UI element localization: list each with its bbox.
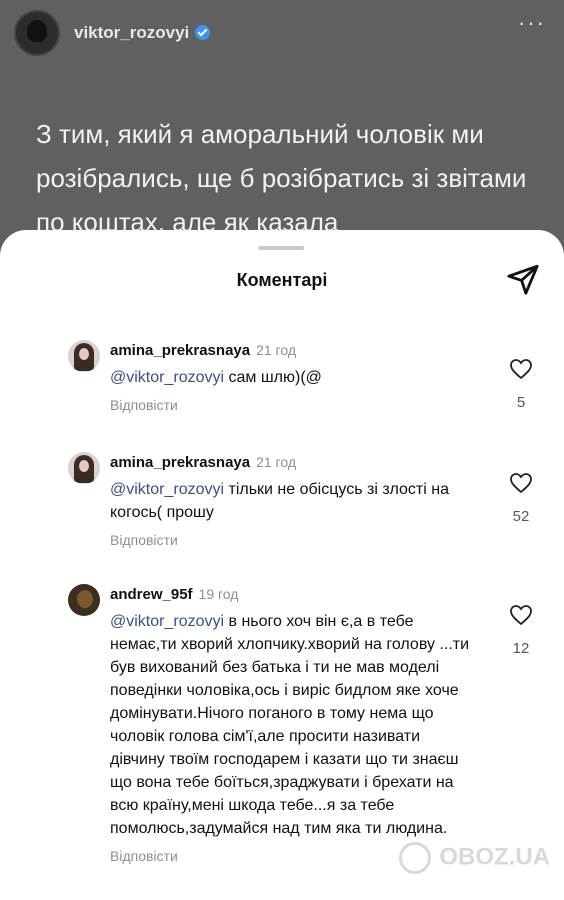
mention-link[interactable]: @viktor_rozovyi: [110, 369, 224, 386]
like-control: 52: [504, 472, 538, 525]
comment-username[interactable]: andrew_95f: [110, 586, 193, 603]
comment-username[interactable]: amina_prekrasnaya: [110, 454, 250, 471]
comment-time: 21 год: [256, 454, 297, 470]
reply-button[interactable]: Відповісти: [110, 532, 470, 548]
share-send-icon[interactable]: [506, 262, 540, 296]
comment-body: andrew_95f 19 год @viktor_rozovyi в нього…: [110, 584, 470, 864]
reply-button[interactable]: Відповісти: [110, 397, 470, 413]
heart-icon[interactable]: [509, 472, 533, 494]
comment-text-body: сам шлю)(@: [224, 369, 322, 386]
comments-sheet: Коментарі amina_prekrasnaya 21 год @vikto…: [0, 230, 564, 900]
like-control: 5: [504, 358, 538, 411]
comment-text: @viktor_rozovyi сам шлю)(@: [110, 366, 470, 389]
avatar[interactable]: [68, 340, 100, 372]
comment-header: amina_prekrasnaya 21 год: [110, 340, 470, 361]
background-post: viktor_rozovyi ··· З тим, який я амораль…: [0, 0, 564, 260]
watermark-logo-icon: [399, 842, 432, 874]
post-header: viktor_rozovyi: [14, 10, 211, 56]
comment-item: amina_prekrasnaya 21 год @viktor_rozovyi …: [68, 452, 548, 552]
like-count: 12: [512, 640, 530, 657]
comment-body: amina_prekrasnaya 21 год @viktor_rozovyi …: [110, 340, 470, 413]
post-author-username[interactable]: viktor_rozovyi: [74, 23, 211, 43]
comment-item: amina_prekrasnaya 21 год @viktor_rozovyi …: [68, 340, 548, 420]
comment-body: amina_prekrasnaya 21 год @viktor_rozovyi …: [110, 452, 470, 548]
comment-username[interactable]: amina_prekrasnaya: [110, 342, 250, 359]
like-count: 52: [512, 508, 530, 525]
mention-link[interactable]: @viktor_rozovyi: [110, 613, 224, 630]
like-count: 5: [516, 394, 526, 411]
post-author-name[interactable]: viktor_rozovyi: [74, 23, 189, 42]
like-control: 12: [504, 604, 538, 657]
comment-time: 19 год: [198, 586, 239, 602]
comment-text-body: в нього хоч він є,а в тебе немає,ти хвор…: [110, 613, 470, 837]
comment-time: 21 год: [256, 342, 297, 358]
comment-header: amina_prekrasnaya 21 год: [110, 452, 470, 473]
more-options-icon[interactable]: ···: [518, 12, 546, 34]
post-author-avatar[interactable]: [14, 10, 60, 56]
sheet-drag-handle[interactable]: [258, 246, 304, 250]
comment-text: @viktor_rozovyi в нього хоч він є,а в те…: [110, 610, 470, 840]
watermark-text: OBOZ.UA: [439, 843, 550, 871]
avatar[interactable]: [68, 452, 100, 484]
verified-badge-icon: [195, 25, 211, 40]
heart-icon[interactable]: [509, 358, 533, 380]
heart-icon[interactable]: [509, 604, 533, 626]
comment-text: @viktor_rozovyi тільки не обісцусь зі зл…: [110, 478, 470, 524]
watermark: OBOZ.UA: [399, 842, 550, 874]
sheet-title: Коментарі: [236, 270, 328, 290]
mention-link[interactable]: @viktor_rozovyi: [110, 481, 224, 498]
post-caption: З тим, який я аморальний чоловік ми розі…: [36, 119, 527, 237]
comment-header: andrew_95f 19 год: [110, 584, 470, 605]
avatar[interactable]: [68, 584, 100, 616]
